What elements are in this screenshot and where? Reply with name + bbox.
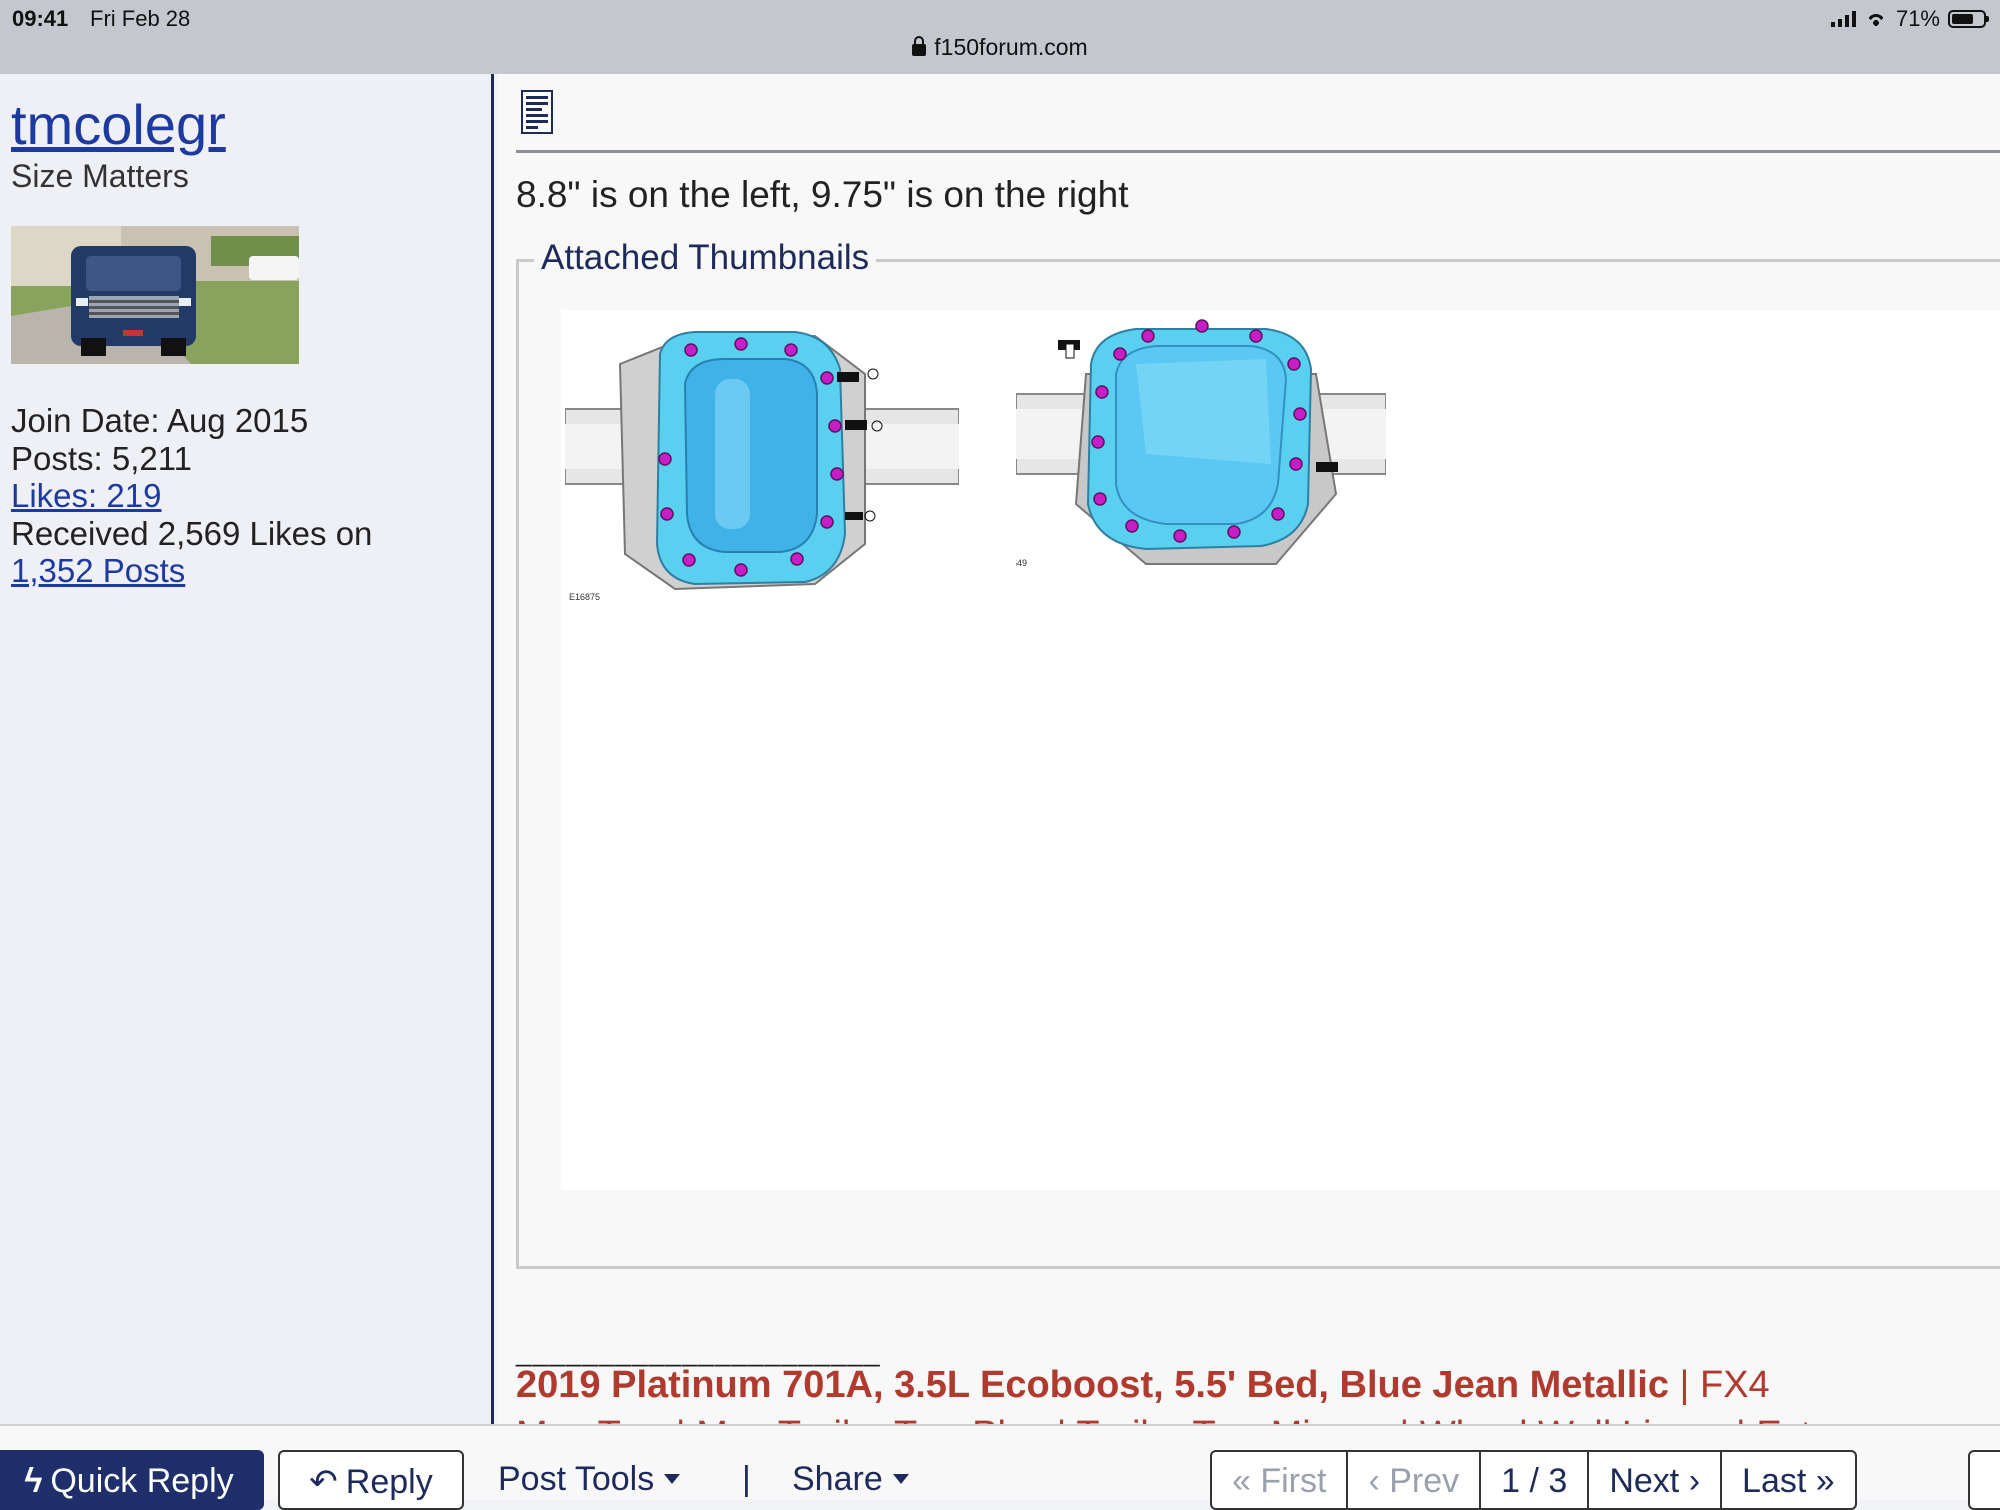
chevron-down-icon [892,1474,909,1484]
post-tools-label: Post Tools [498,1460,655,1498]
lock-icon [912,36,927,56]
prev-label: Prev [1389,1462,1460,1500]
chevron-down-icon [664,1474,681,1484]
thumb2-label: E14649 [1016,558,1027,568]
user-info-panel: tmcolegr Size Matters Join Date: Aug 201… [0,74,494,1424]
signature-bold: 2019 Platinum 701A, 3.5L Ecoboost, 5.5' … [516,1364,1669,1406]
signature: 2019 Platinum 701A, 3.5L Ecoboost, 5.5' … [516,1364,1770,1407]
extra-button[interactable] [1968,1450,2000,1510]
avatar[interactable] [11,226,299,364]
battery-icon [1948,10,1989,28]
share-label: Share [792,1460,883,1498]
post-icon [521,90,553,134]
user-title: Size Matters [11,158,189,194]
thumbnails-area: E16875 E14649 [561,310,2000,1190]
thumb1-label: E16875 [569,592,600,602]
pagination: « First ‹ Prev 1 / 3 Next › Last » [1210,1450,1857,1510]
liked-posts-link[interactable]: 1,352 Posts [11,552,185,589]
first-label: First [1260,1462,1327,1500]
signature-line-2: Max Tow | Max Trailer Tow Plus | Trailer… [516,1414,2000,1424]
lightning-icon: ϟ [24,1462,43,1500]
post-count: Posts: 5,211 [11,439,193,477]
status-time: 09:41 [12,6,69,31]
join-date: Join Date: Aug 2015 [11,402,309,439]
user-stats: Join Date: Aug 2015 Posts: 5,211 Likes: … [11,402,372,590]
status-icons: 71% [1830,6,1989,32]
toolbar-separator: | [742,1460,751,1498]
username-link[interactable]: tmcolegr [11,92,226,157]
thumbnail-9-75-diff[interactable]: E14649 [1016,314,1386,579]
status-bar: 09:41 Fri Feb 28 f150forum.com 71% [0,0,2000,74]
next-label: Next [1609,1462,1680,1500]
signal-icon [1830,11,1856,27]
reply-button[interactable]: ↶ Reply [278,1450,464,1510]
quick-reply-label: Quick Reply [50,1462,234,1500]
reply-label: Reply [345,1463,433,1501]
attachments-legend: Attached Thumbnails [534,238,877,278]
received-likes: Received 2,569 Likes on [11,514,373,552]
quick-reply-button[interactable]: ϟ Quick Reply [0,1450,264,1510]
post-content: 8.8" is on the left, 9.75" is on the rig… [497,74,2000,1424]
address-bar[interactable]: f150forum.com [0,34,2000,61]
battery-percent: 71% [1895,6,1940,31]
reply-arrow-icon: ↶ [309,1463,338,1501]
likes-link[interactable]: Likes: 219 [11,477,161,514]
signature-line-2-text: Max Tow | Max Trailer Tow Plus | Trailer… [516,1414,1843,1424]
post-tools-menu[interactable]: Post Tools [498,1460,681,1499]
signature-rest: | FX4 [1669,1364,1770,1406]
thumbnail-8-8-diff[interactable]: E16875 [565,314,959,604]
wifi-icon [1864,11,1888,27]
last-label: Last [1742,1462,1807,1500]
url-text: f150forum.com [934,34,1088,60]
battery-fill [1952,14,1974,24]
post-divider [516,150,2000,153]
share-menu[interactable]: Share [792,1460,909,1499]
post-message: 8.8" is on the left, 9.75" is on the rig… [516,174,1129,215]
bottom-toolbar: ϟ Quick Reply ↶ Reply Post Tools | Share «… [0,1424,2000,1510]
status-date: Fri Feb 28 [90,6,191,31]
